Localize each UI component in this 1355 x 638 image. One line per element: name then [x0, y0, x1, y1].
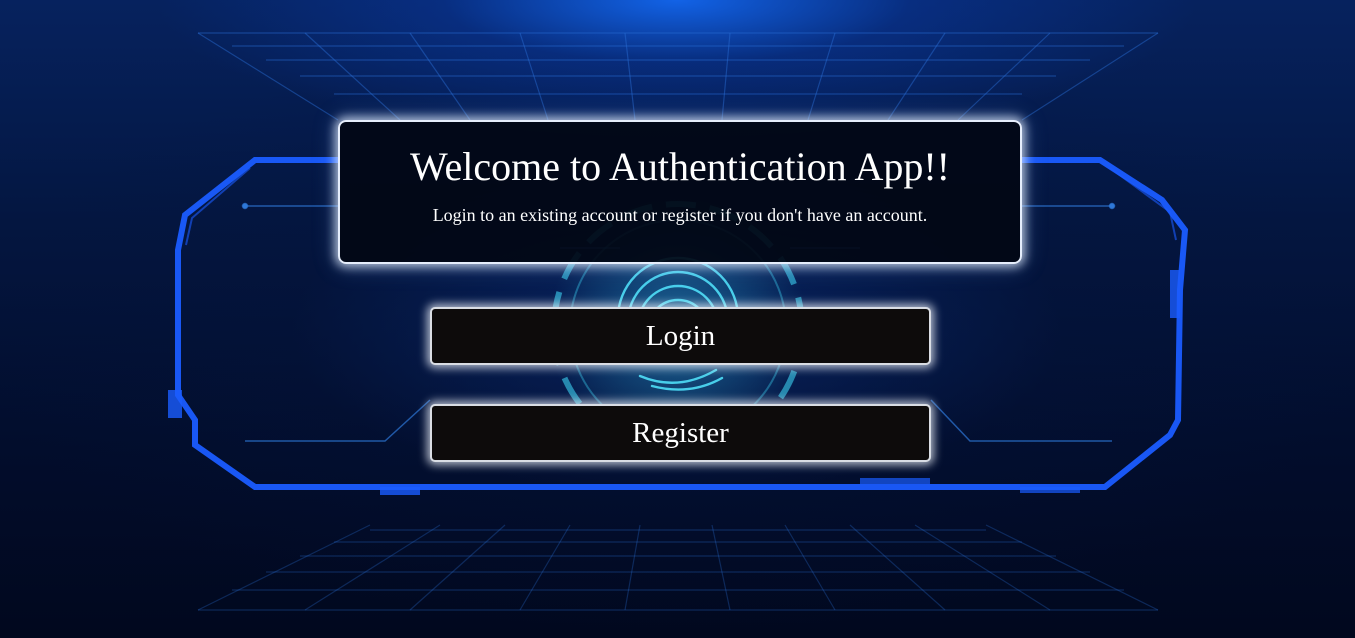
bottom-grid — [197, 524, 1159, 611]
welcome-card: Welcome to Authentication App!! Login to… — [338, 120, 1022, 264]
top-grid — [197, 32, 1159, 121]
page-title: Welcome to Authentication App!! — [410, 144, 950, 189]
page-background: Welcome to Authentication App!! Login to… — [0, 0, 1355, 638]
page-subtitle: Login to an existing account or register… — [432, 205, 928, 225]
login-button[interactable]: Login — [430, 307, 931, 365]
register-button[interactable]: Register — [430, 404, 931, 462]
